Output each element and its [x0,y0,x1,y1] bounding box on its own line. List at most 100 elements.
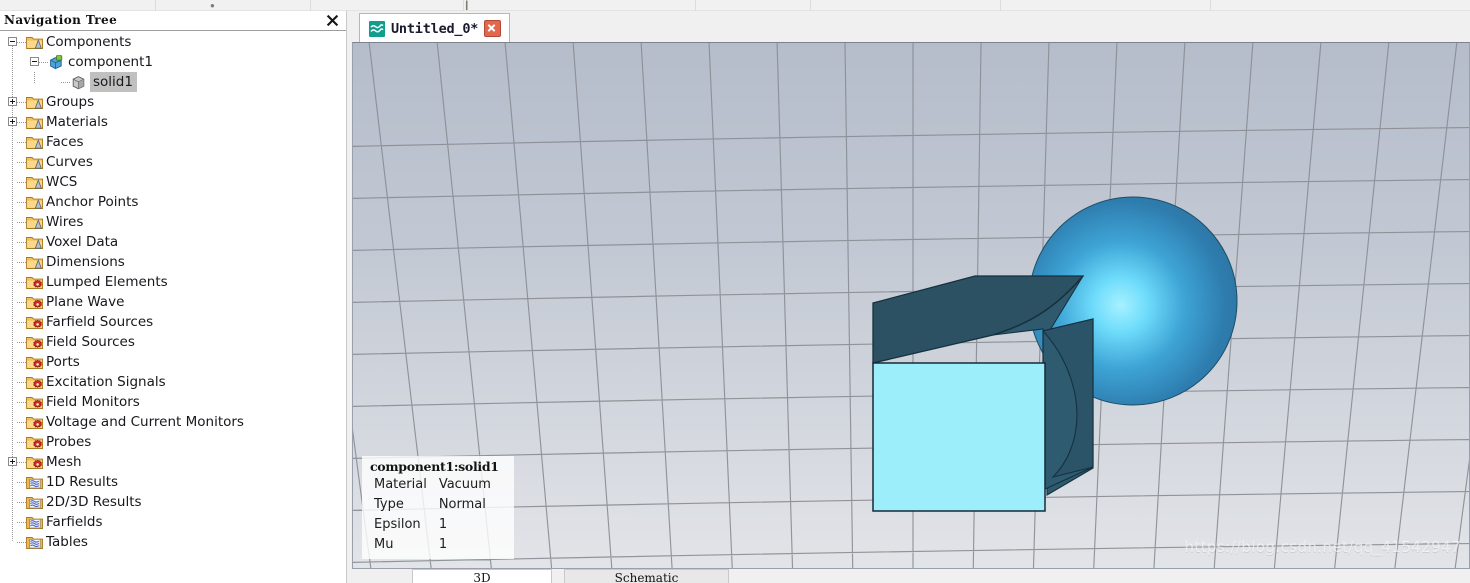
info-row-key: Epsilon [374,517,421,532]
tree-item-curves[interactable]: Curves [0,152,346,172]
folder-gear-icon [26,455,43,470]
tree-item-mesh[interactable]: Mesh [0,452,346,472]
tree-item-farfield-sources[interactable]: Farfield Sources [0,312,346,332]
toolbar-separator [695,0,696,11]
tree-guide-line [17,122,26,123]
tree-guide-line [17,282,26,283]
tree-guide-line [34,72,35,83]
cst-studio-window: ● ▎ Navigation Tree Components component1 s… [0,0,1470,583]
tree-guide-line [17,522,26,523]
close-icon[interactable] [484,20,502,37]
tree-expand-icon[interactable] [8,457,17,466]
tree-item-voxel-data[interactable]: Voxel Data [0,232,346,252]
view-tab-label: Schematic [614,571,679,583]
folder-shape-icon [26,95,43,110]
view-tab-label: 3D [473,571,491,583]
waveform-document-icon [369,20,385,37]
info-row-value: 1 [438,517,448,532]
scene-graphics [353,43,1469,568]
tree-item-label: 2D/3D Results [46,494,142,510]
tree-item-label: Curves [46,154,93,170]
tree-item-anchor-points[interactable]: Anchor Points [0,192,346,212]
tree-item-1d-results[interactable]: 1D Results [0,472,346,492]
toolbar-separator [810,0,811,11]
close-icon[interactable] [326,14,339,27]
folder-gear-icon [26,355,43,370]
tree-item-dimensions[interactable]: Dimensions [0,252,346,272]
component-icon [48,54,65,70]
folder-gear-icon [26,375,43,390]
tree-item-field-monitors[interactable]: Field Monitors [0,392,346,412]
info-row: Type Normal [370,495,491,515]
info-row-key: Material [374,477,427,492]
tree-item-farfields[interactable]: Farfields [0,512,346,532]
tree-guide-line [17,542,26,543]
tree-item-label: Plane Wave [46,294,125,310]
view-tab-3d[interactable]: 3D [412,569,552,583]
solid-box-icon [70,75,87,90]
tree-item-label: Anchor Points [46,194,139,210]
tree-item-faces[interactable]: Faces [0,132,346,152]
folder-shape-icon [26,195,43,210]
viewport-3d[interactable]: component1:solid1 Material Vacuum Type Norm… [352,42,1470,569]
tree-item-voltage-and-current-monitors[interactable]: Voltage and Current Monitors [0,412,346,432]
folder-shape-icon [26,175,43,190]
tree-item-ports[interactable]: Ports [0,352,346,372]
info-row: Mu 1 [370,535,491,555]
navigation-tree[interactable]: Components component1 solid1 Groups Material… [0,32,346,583]
tree-expand-icon[interactable] [8,97,17,106]
tree-item-probes[interactable]: Probes [0,432,346,452]
tree-item-label: Field Sources [46,334,135,350]
navigation-tree-panel: Navigation Tree Components component1 soli… [0,11,347,583]
tree-guide-line [17,482,26,483]
tree-item-materials[interactable]: Materials [0,112,346,132]
toolbar-separator [1000,0,1001,11]
tree-item-label: Farfield Sources [46,314,154,330]
tree-item-label: solid1 [90,72,137,92]
folder-gear-icon [26,315,43,330]
tree-item-groups[interactable]: Groups [0,92,346,112]
folder-shape-icon [26,215,43,230]
folder-shape-icon [26,255,43,270]
tree-guide-line [17,102,26,103]
folder-results-icon [26,495,43,510]
toolbar-icon[interactable]: ● [210,1,215,10]
page-title: Navigation Tree [4,13,118,27]
tree-guide-line [61,82,70,83]
tab-untitled-0[interactable]: Untitled_0* [359,13,511,43]
info-row-value: 1 [438,537,448,552]
toolbar-icon[interactable]: ▎ [466,1,472,10]
navigation-tree-header: Navigation Tree [0,11,346,31]
tree-guide-line [17,262,26,263]
tree-item-tables[interactable]: Tables [0,532,346,552]
tree-item-2d-3d-results[interactable]: 2D/3D Results [0,492,346,512]
folder-shape-icon [26,155,43,170]
tree-item-label: Wires [46,214,84,230]
tree-guide-line [17,42,26,43]
tree-item-label: WCS [46,174,78,190]
tree-collapse-icon[interactable] [30,57,39,66]
view-tab-schematic[interactable]: Schematic [564,569,729,583]
tree-item-field-sources[interactable]: Field Sources [0,332,346,352]
object-info-table: Material Vacuum Type Normal Epsilon 1 Mu 1 [370,475,491,555]
tree-item-plane-wave[interactable]: Plane Wave [0,292,346,312]
tree-guide-line [17,422,26,423]
tree-item-lumped-elements[interactable]: Lumped Elements [0,272,346,292]
view-area: Untitled_0* component1:solid1 Material V… [348,11,1470,583]
tree-guide-line [17,162,26,163]
tree-item-component1[interactable]: component1 [0,52,346,72]
tree-expand-icon[interactable] [8,117,17,126]
folder-gear-icon [26,335,43,350]
toolbar-separator [155,0,156,11]
folder-results-icon [26,475,43,490]
tree-item-wcs[interactable]: WCS [0,172,346,192]
tree-item-components[interactable]: Components [0,32,346,52]
tree-item-excitation-signals[interactable]: Excitation Signals [0,372,346,392]
folder-gear-icon [26,295,43,310]
tree-item-solid1[interactable]: solid1 [0,72,346,92]
tree-guide-line [17,402,26,403]
tree-guide-line [17,322,26,323]
tree-collapse-icon[interactable] [8,37,17,46]
tree-item-wires[interactable]: Wires [0,212,346,232]
folder-shape-icon [26,35,43,50]
